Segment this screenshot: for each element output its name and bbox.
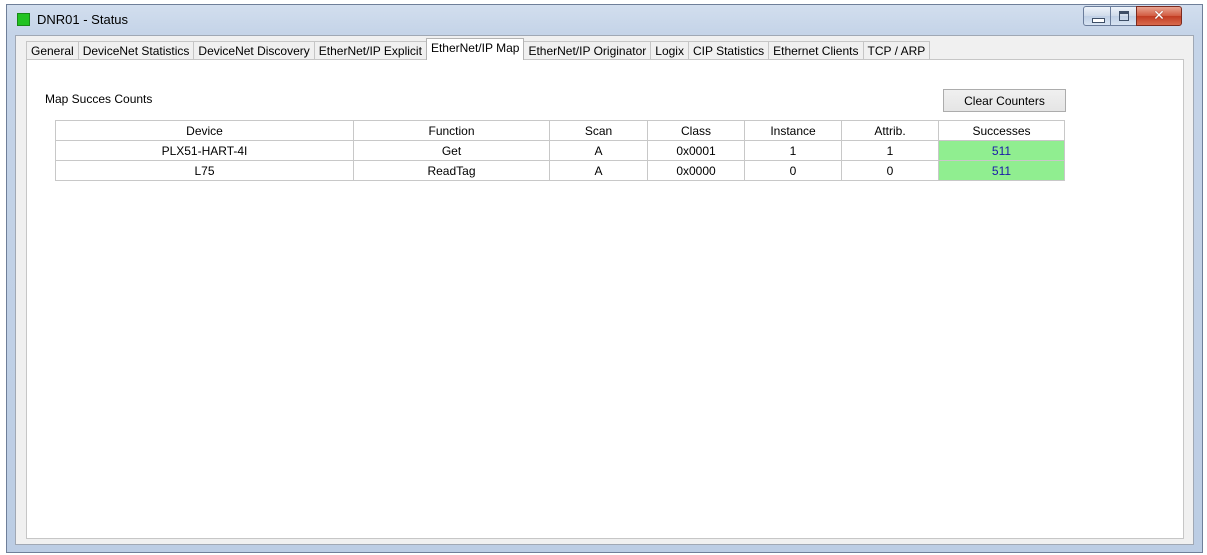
tab-tcp-arp[interactable]: TCP / ARP <box>862 41 931 60</box>
table-row[interactable]: PLX51-HART-4I Get A 0x0001 1 1 511 <box>55 140 1065 161</box>
column-header-successes[interactable]: Successes <box>938 120 1065 141</box>
cell-function: ReadTag <box>353 160 550 181</box>
close-button[interactable]: ✕ <box>1136 6 1182 26</box>
column-header-instance[interactable]: Instance <box>744 120 842 141</box>
cell-instance: 1 <box>744 140 842 161</box>
cell-scan: A <box>549 140 648 161</box>
tab-logix[interactable]: Logix <box>650 41 688 60</box>
tab-ethernet-ip-originator[interactable]: EtherNet/IP Originator <box>524 41 651 60</box>
cell-device: PLX51-HART-4I <box>55 140 354 161</box>
maximize-icon <box>1119 11 1129 21</box>
cell-scan: A <box>549 160 648 181</box>
cell-class: 0x0001 <box>647 140 745 161</box>
table-header-row: Device Function Scan Class Instance Attr… <box>55 120 1065 141</box>
cell-attrib: 1 <box>841 140 939 161</box>
map-success-table: Device Function Scan Class Instance Attr… <box>55 120 1065 181</box>
tab-devicenet-discovery[interactable]: DeviceNet Discovery <box>193 41 314 60</box>
column-header-class[interactable]: Class <box>647 120 745 141</box>
cell-instance: 0 <box>744 160 842 181</box>
close-icon: ✕ <box>1153 8 1165 24</box>
cell-device: L75 <box>55 160 354 181</box>
map-success-counts-label: Map Succes Counts <box>45 92 153 106</box>
title-bar[interactable]: DNR01 - Status ✕ <box>7 5 1202 35</box>
window-title: DNR01 - Status <box>37 12 129 27</box>
cell-successes: 511 <box>938 160 1065 181</box>
minimize-button[interactable] <box>1083 6 1111 26</box>
status-window: DNR01 - Status ✕ General DeviceNet Stati… <box>6 4 1203 553</box>
maximize-button[interactable] <box>1110 6 1137 26</box>
cell-attrib: 0 <box>841 160 939 181</box>
cell-function: Get <box>353 140 550 161</box>
column-header-attrib[interactable]: Attrib. <box>841 120 939 141</box>
cell-class: 0x0000 <box>647 160 745 181</box>
column-header-function[interactable]: Function <box>353 120 550 141</box>
column-header-scan[interactable]: Scan <box>549 120 648 141</box>
tab-devicenet-statistics[interactable]: DeviceNet Statistics <box>77 41 194 60</box>
tab-ethernet-ip-map[interactable]: EtherNet/IP Map <box>425 38 525 60</box>
table-row[interactable]: L75 ReadTag A 0x0000 0 0 511 <box>55 160 1065 181</box>
tab-ethernet-clients[interactable]: Ethernet Clients <box>768 41 863 60</box>
tab-strip: General DeviceNet Statistics DeviceNet D… <box>26 38 931 60</box>
minimize-icon <box>1092 18 1105 23</box>
green-status-icon <box>17 13 30 26</box>
tab-ethernet-ip-explicit[interactable]: EtherNet/IP Explicit <box>313 41 426 60</box>
clear-counters-button[interactable]: Clear Counters <box>943 89 1066 112</box>
cell-successes: 511 <box>938 140 1065 161</box>
tab-general[interactable]: General <box>26 41 78 60</box>
column-header-device[interactable]: Device <box>55 120 354 141</box>
tab-cip-statistics[interactable]: CIP Statistics <box>687 41 769 60</box>
